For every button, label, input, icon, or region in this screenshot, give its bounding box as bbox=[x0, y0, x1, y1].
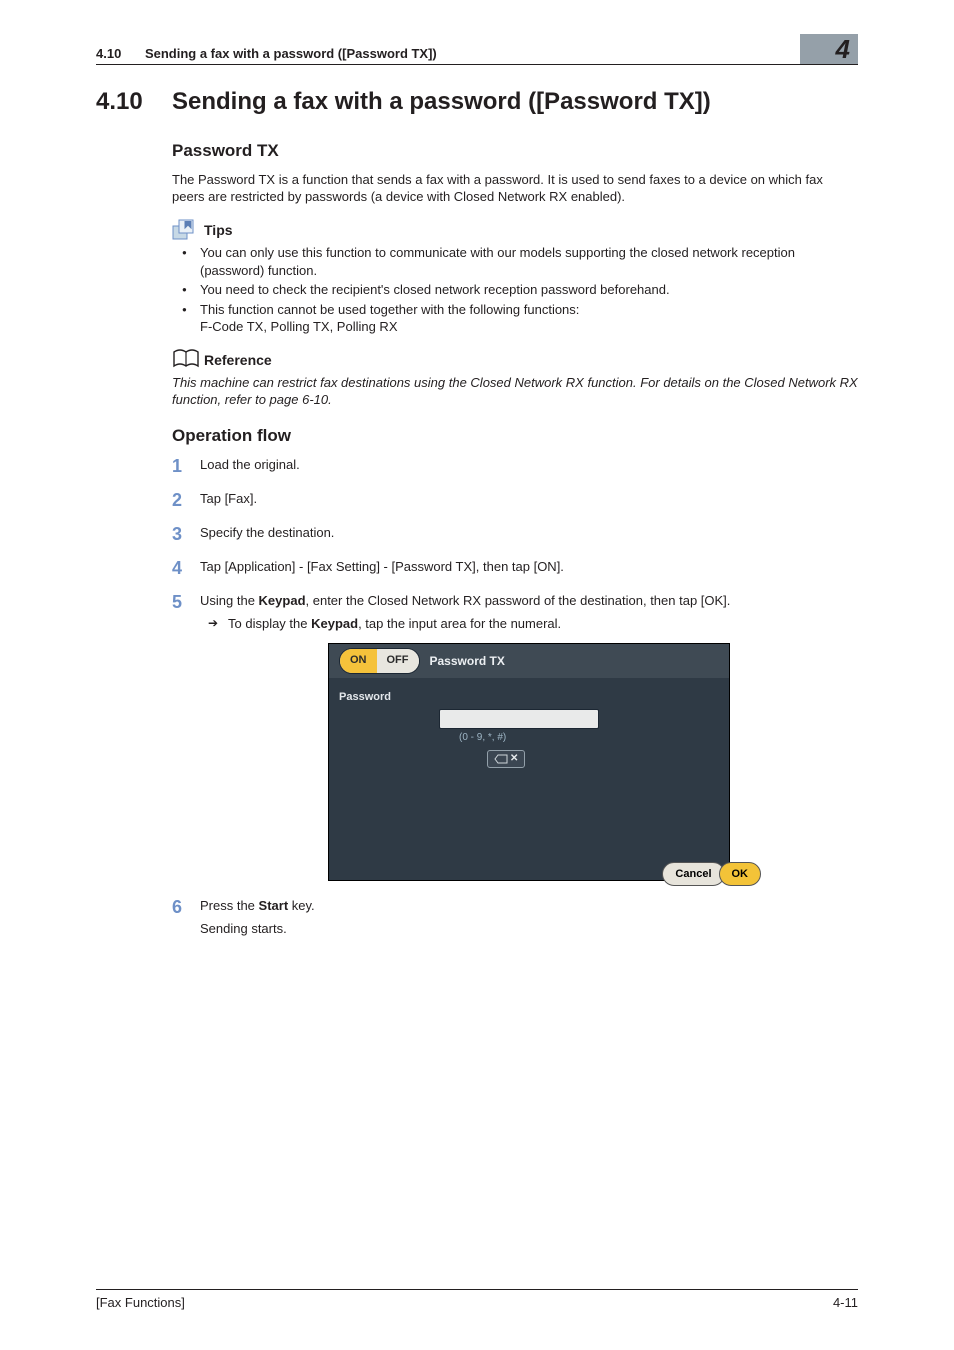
footer-rule bbox=[96, 1289, 858, 1290]
step-text: Using the Keypad, enter the Closed Netwo… bbox=[200, 593, 730, 608]
footer-left: [Fax Functions] bbox=[96, 1295, 185, 1310]
step-item: Using the Keypad, enter the Closed Netwo… bbox=[172, 592, 858, 881]
t: Using the bbox=[200, 593, 259, 608]
tips-item: You can only use this function to commun… bbox=[172, 244, 858, 279]
reference-icon bbox=[172, 348, 200, 370]
tips-item: You need to check the recipient's closed… bbox=[172, 281, 858, 299]
step-text: Tap [Fax]. bbox=[200, 491, 257, 506]
page-footer: [Fax Functions] 4-11 bbox=[96, 1295, 858, 1310]
t: Keypad bbox=[259, 593, 306, 608]
t: , enter the Closed Network RX password o… bbox=[306, 593, 731, 608]
on-off-toggle[interactable]: ON OFF bbox=[339, 648, 420, 674]
running-header-number: 4.10 bbox=[96, 46, 121, 61]
reference-body: This machine can restrict fax destinatio… bbox=[172, 374, 858, 409]
password-input[interactable] bbox=[439, 709, 599, 729]
t: Press the bbox=[200, 898, 259, 913]
step-text: Tap [Application] - [Fax Setting] - [Pas… bbox=[200, 559, 564, 574]
t: Start bbox=[259, 898, 289, 913]
ok-button[interactable]: OK bbox=[719, 862, 762, 886]
section-heading-number: 4.10 bbox=[96, 88, 172, 116]
footer-right: 4-11 bbox=[833, 1295, 858, 1310]
subheading-password-tx: Password TX bbox=[172, 140, 858, 163]
step-text: Press the Start key. bbox=[200, 898, 315, 913]
t: To display the bbox=[228, 616, 311, 631]
tips-icon bbox=[172, 218, 200, 240]
password-hint: (0 - 9, *, #) bbox=[459, 731, 719, 745]
intro-paragraph: The Password TX is a function that sends… bbox=[172, 171, 858, 206]
reference-label: Reference bbox=[204, 351, 272, 370]
running-header: 4.10 Sending a fax with a password ([Pas… bbox=[96, 46, 858, 61]
step-text: Specify the destination. bbox=[200, 525, 334, 540]
subheading-operation-flow: Operation flow bbox=[172, 425, 858, 448]
substep: To display the Keypad, tap the input are… bbox=[200, 615, 858, 633]
toggle-on-button[interactable]: ON bbox=[340, 649, 377, 673]
tips-heading: Tips bbox=[172, 218, 858, 240]
running-header-title: Sending a fax with a password ([Password… bbox=[145, 46, 437, 61]
step-tail: Sending starts. bbox=[200, 920, 858, 938]
step-item: Tap [Application] - [Fax Setting] - [Pas… bbox=[172, 558, 858, 578]
tips-item: This function cannot be used together wi… bbox=[172, 301, 858, 336]
password-tx-dialog: ON OFF Password TX Password (0 - 9, *, #… bbox=[328, 643, 730, 881]
tips-list: You can only use this function to commun… bbox=[172, 244, 858, 336]
step-text: Load the original. bbox=[200, 457, 300, 472]
step-item: Load the original. bbox=[172, 456, 858, 476]
cancel-button[interactable]: Cancel bbox=[662, 862, 724, 886]
section-heading: 4.10Sending a fax with a password ([Pass… bbox=[96, 88, 858, 116]
backspace-button[interactable]: ✕ bbox=[487, 750, 525, 768]
tips-label: Tips bbox=[204, 221, 233, 240]
reference-heading: Reference bbox=[172, 348, 858, 370]
t: , tap the input area for the numeral. bbox=[358, 616, 561, 631]
step-item: Specify the destination. bbox=[172, 524, 858, 544]
backspace-icon bbox=[494, 754, 508, 764]
t: Keypad bbox=[311, 616, 358, 631]
steps-list: Load the original. Tap [Fax]. Specify th… bbox=[172, 456, 858, 938]
header-rule bbox=[96, 64, 858, 65]
t: key. bbox=[288, 898, 315, 913]
section-heading-title: Sending a fax with a password ([Password… bbox=[172, 88, 711, 115]
step-item: Tap [Fax]. bbox=[172, 490, 858, 510]
password-label: Password bbox=[339, 690, 719, 705]
step-item: Press the Start key. Sending starts. bbox=[172, 897, 858, 938]
backspace-x-icon: ✕ bbox=[510, 752, 518, 766]
toggle-off-button[interactable]: OFF bbox=[377, 649, 419, 673]
dialog-title: Password TX bbox=[430, 653, 505, 669]
